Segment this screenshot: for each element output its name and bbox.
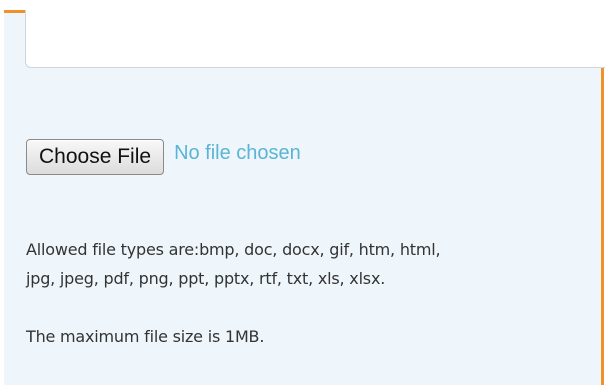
allowed-file-types-line-1: Allowed file types are:bmp, doc, docx, g…: [26, 240, 441, 259]
choose-file-button[interactable]: Choose File: [26, 139, 165, 175]
file-input-row: Choose File No file chosen: [26, 135, 301, 179]
no-file-chosen-label: No file chosen: [174, 141, 301, 164]
max-file-size-text: The maximum file size is 1MB.: [26, 327, 265, 346]
allowed-file-types-line-2: jpg, jpeg, pdf, png, ppt, pptx, rtf, txt…: [26, 269, 386, 288]
message-textarea[interactable]: [25, 10, 605, 68]
upload-frame: Choose File No file chosen Allowed file …: [0, 0, 608, 385]
upload-info: Allowed file types are:bmp, doc, docx, g…: [26, 235, 596, 351]
upload-panel: Choose File No file chosen Allowed file …: [4, 10, 605, 385]
